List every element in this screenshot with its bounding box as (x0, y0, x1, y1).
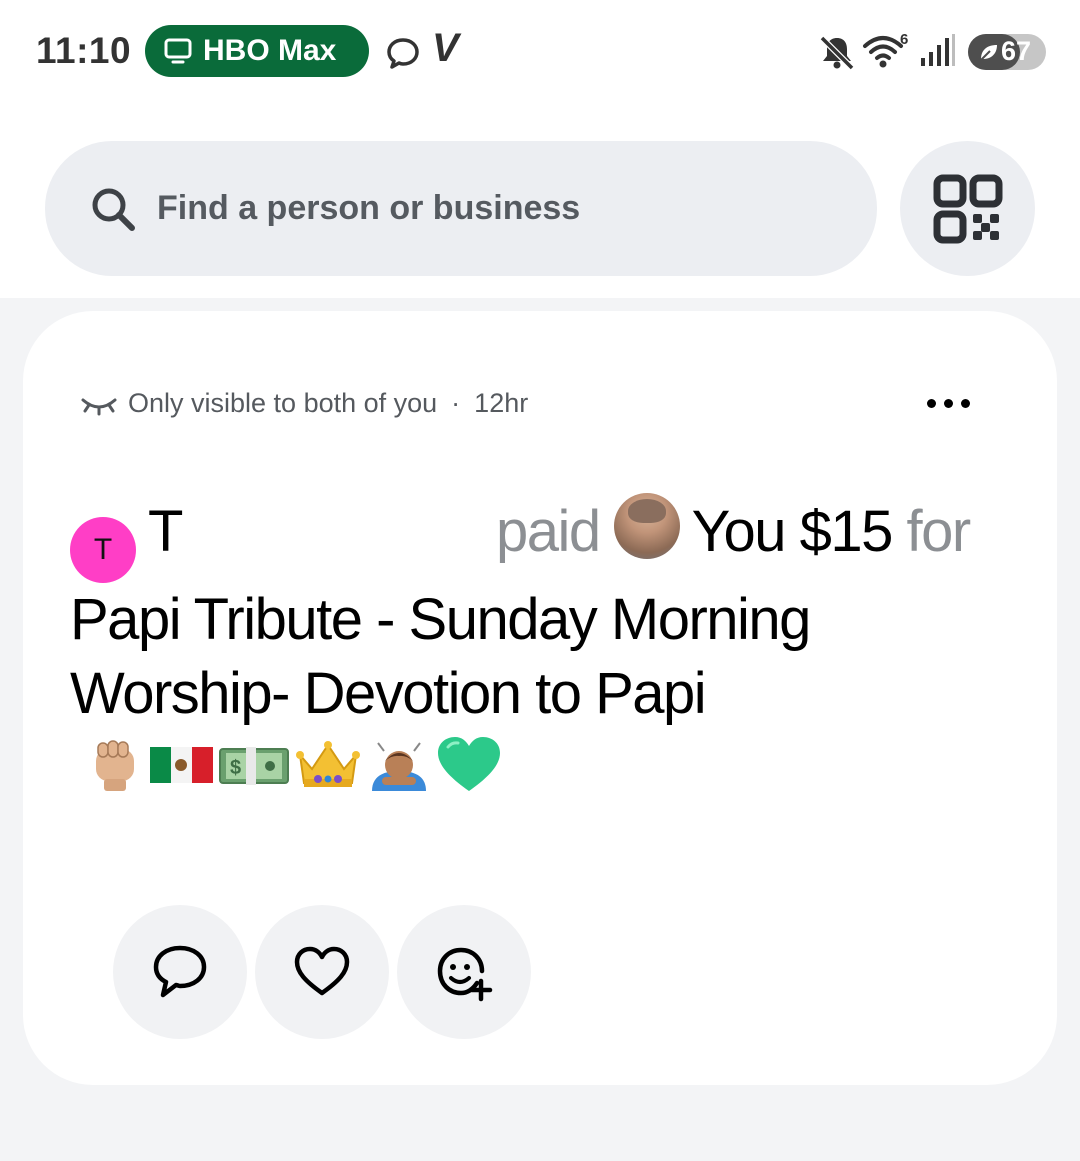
time-ago: 12hr (474, 388, 529, 418)
comment-icon (153, 945, 207, 998)
chat-bubble-icon (387, 38, 419, 69)
media-pill-label: HBO Max (203, 34, 337, 67)
note-emojis: $ (86, 735, 502, 793)
payment-amount: $15 (799, 499, 894, 564)
more-dot (960, 398, 970, 408)
like-button[interactable] (255, 905, 389, 1039)
wifi-badge: 6 (900, 32, 908, 48)
status-bar: 11:10 HBO Max V 6 67 (0, 0, 1080, 100)
crown-icon (296, 741, 360, 787)
more-dot (943, 398, 953, 408)
battery-level: 67 (1001, 36, 1032, 66)
story-text: T Tpaid You $15 for Papi Tribute - Sunday … (70, 493, 1010, 805)
closed-eye-icon (81, 398, 117, 415)
meta-separator: · (451, 388, 461, 418)
status-time: 11:10 (36, 30, 132, 71)
visibility-label: Only visible to both of you (128, 388, 438, 418)
tv-icon (164, 38, 192, 64)
payment-story-card[interactable]: Only visible to both of you · 12hr T Tpai… (23, 311, 1057, 1085)
sender-name[interactable]: T (148, 499, 183, 564)
for-word: for (906, 499, 972, 564)
raised-fist-icon (96, 740, 134, 791)
svg-text:$: $ (230, 757, 241, 779)
sender-avatar[interactable]: T (70, 517, 136, 583)
story-actions (113, 905, 531, 1039)
story-meta: Only visible to both of you · 12hr (80, 388, 528, 419)
search-placeholder: Find a person or business (157, 189, 581, 227)
payment-note: Papi Tribute - Sunday Morning Worship- D… (70, 587, 811, 726)
battery-icon: 67 (968, 34, 1046, 70)
more-options-button[interactable] (913, 383, 983, 423)
wifi-icon: 6 (863, 32, 908, 68)
search-input[interactable]: Find a person or business (45, 141, 877, 276)
recipient-name[interactable]: You (692, 499, 787, 564)
bowing-person-icon (372, 742, 426, 791)
add-reaction-icon (437, 947, 493, 1002)
add-reaction-button[interactable] (397, 905, 531, 1039)
qr-code-button[interactable] (900, 141, 1035, 276)
recipient-avatar[interactable] (613, 493, 680, 559)
mute-icon (819, 35, 855, 70)
verb-paid: paid (495, 499, 601, 564)
more-dot (926, 398, 936, 408)
money-bills-icon: $ (219, 747, 289, 785)
battery-saver-icon (980, 45, 997, 61)
search-icon (92, 188, 135, 231)
mexico-flag-icon (150, 747, 213, 783)
venmo-v-icon: V (432, 26, 459, 70)
green-heart-icon (438, 737, 500, 791)
media-pill[interactable]: HBO Max (145, 25, 369, 77)
signal-icon (921, 34, 955, 66)
heart-icon (294, 946, 350, 996)
qr-code-icon (933, 174, 1002, 243)
comment-button[interactable] (113, 905, 247, 1039)
